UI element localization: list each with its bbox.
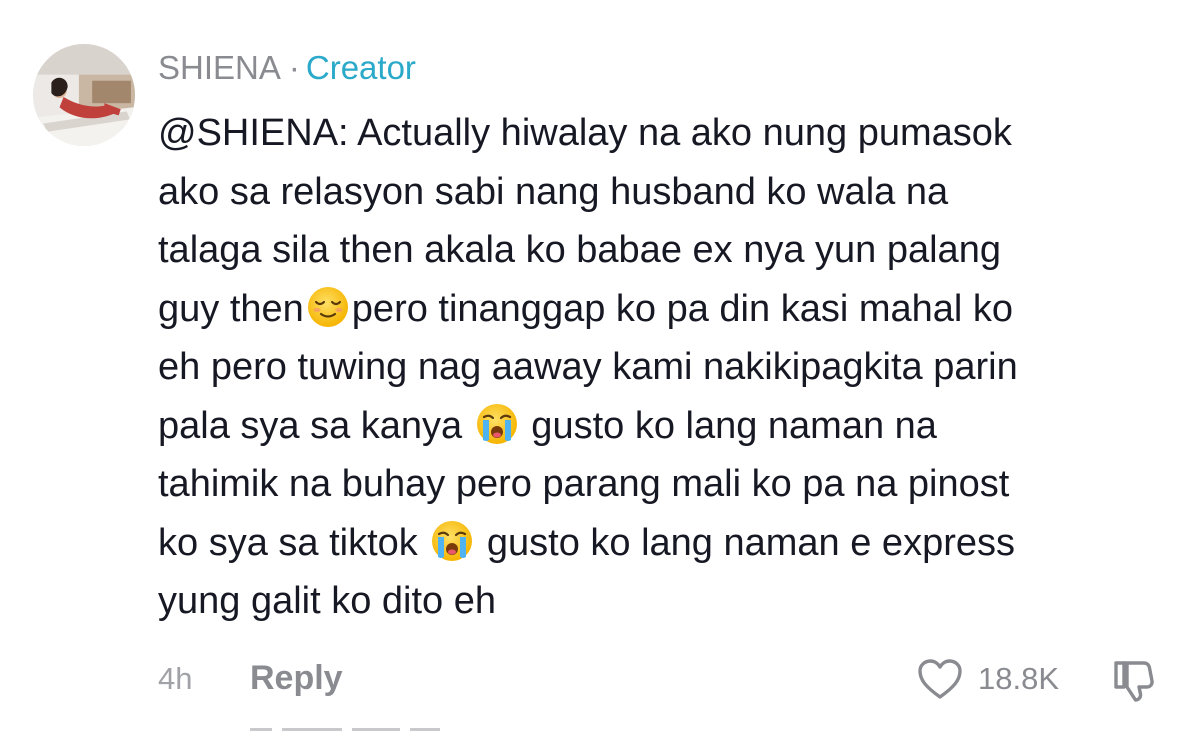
comment-line: @SHIENA: Actually hiwalay na ako nung pu… — [158, 112, 1012, 154]
comment-header: SHIENA · Creator — [158, 48, 416, 88]
comment-line: pala sya sa kanya — [158, 404, 473, 447]
next-comment-preview — [250, 728, 460, 736]
comment-footer: 4h Reply 18.8K — [158, 657, 1168, 702]
avatar[interactable] — [33, 44, 135, 146]
like-button[interactable] — [916, 657, 964, 701]
creator-badge: Creator — [305, 49, 416, 86]
comment-line: ako sa relasyon sabi nang husband ko wal… — [158, 170, 949, 213]
dislike-button[interactable] — [1110, 657, 1158, 705]
username[interactable]: SHIENA — [158, 49, 281, 86]
comment-line: gusto ko lang naman na — [520, 404, 937, 447]
avatar-photo — [33, 44, 135, 146]
loudly-crying-face-emoji — [432, 520, 473, 561]
like-count: 18.8K — [978, 661, 1060, 696]
comment-text: @SHIENA: Actually hiwalay na ako nung pu… — [158, 104, 1183, 631]
relieved-face-emoji — [307, 286, 348, 327]
separator-dot: · — [288, 49, 300, 86]
comment-item: SHIENA · Creator @SHIENA: Actually hiwalay… — [0, 0, 1200, 736]
reply-button[interactable]: Reply — [250, 659, 343, 698]
loudly-crying-face-emoji — [476, 403, 517, 444]
comment-line: ko sya sa tiktok — [158, 521, 429, 564]
comment-line: eh pero tuwing nag aaway kami nakikipagk… — [158, 346, 1018, 388]
thumbs-down-icon — [1114, 661, 1154, 702]
comment-line: talaga sila then akala ko babae ex nya y… — [158, 229, 1001, 271]
comment-line: yung galit ko dito eh — [158, 580, 497, 622]
comment-line: tahimik na buhay pero parang mali ko pa … — [158, 463, 1010, 505]
comment-line: gusto ko lang naman e express — [476, 521, 1015, 564]
comment-line: guy then — [158, 287, 304, 330]
heart-outline-icon — [918, 659, 962, 699]
comment-timestamp: 4h — [158, 661, 193, 696]
comment-line: pero tinanggap ko pa din kasi mahal ko — [351, 287, 1014, 330]
